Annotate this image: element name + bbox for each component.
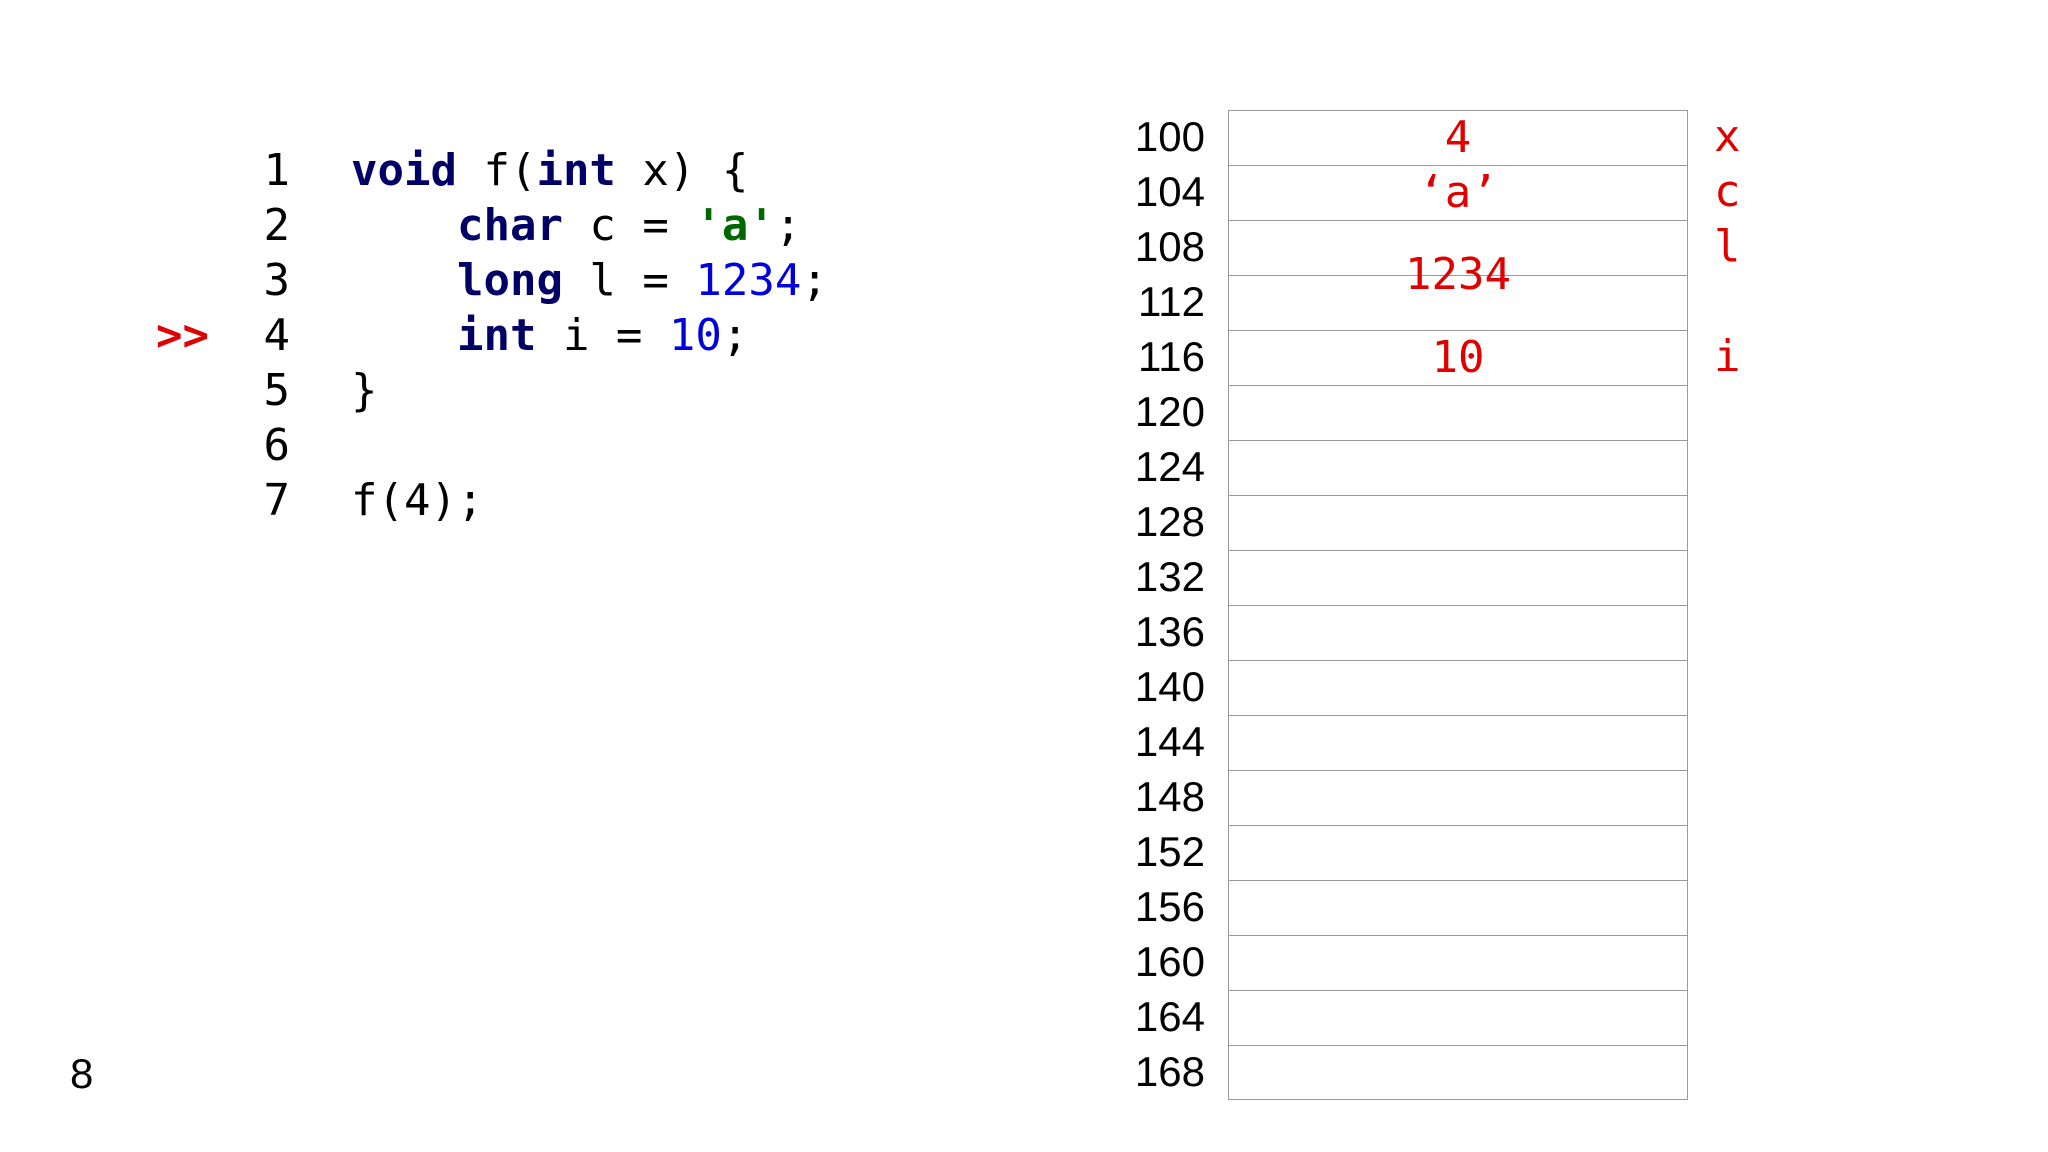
code-line: 5} [0,363,900,418]
line-number: 6 [263,420,291,471]
memory-address: 140 [1134,663,1205,710]
variable-name-label: c [1714,166,1741,217]
current-line-marker: >> [156,310,209,361]
memory-address: 144 [1134,718,1205,765]
memory-address: 108 [1134,223,1205,270]
memory-cell [1229,716,1687,771]
memory-cell [1229,771,1687,826]
memory-value: 10 [1431,331,1485,383]
memory-address: 160 [1134,938,1205,985]
memory-address: 100 [1134,113,1205,160]
line-number: 2 [263,200,291,251]
code-token: x) { [615,145,749,196]
memory-cell [1229,1046,1687,1101]
memory-address: 156 [1134,883,1205,930]
memory-cell [1229,881,1687,936]
memory-cell [1229,386,1687,441]
code-token: void [351,145,457,196]
code-token: f(4); [351,475,484,526]
memory-cell [1229,936,1687,991]
code-line: 1 void f(int x) { [0,143,900,198]
memory-address: 116 [1138,333,1205,380]
line-number: 5 [263,365,291,416]
code-token: ; [801,255,828,306]
memory-address: 128 [1134,498,1205,545]
code-text: char c = 'a'; [351,198,801,253]
code-token: long [456,255,563,306]
memory-value: 4 [1444,111,1472,163]
code-token: 1234 [695,255,802,306]
memory-value: ‘a’ [1418,166,1498,218]
variable-name-label: i [1714,331,1741,382]
memory-address: 112 [1138,278,1205,325]
code-token: int [456,310,537,361]
line-number: 1 [263,145,291,196]
memory-address: 132 [1134,553,1205,600]
code-text: void f(int x) { [351,143,748,198]
memory-value: 1234 [1405,249,1511,300]
code-line: 7 f(4); [0,473,900,528]
code-token: i = [536,310,669,361]
code-token: c = [562,200,696,251]
memory-cell [1229,496,1687,551]
code-token: ; [721,310,749,361]
memory-address: 124 [1134,443,1205,490]
code-token: ; [774,200,802,251]
code-line: 2 char c = 'a'; [0,198,900,253]
code-text: f(4); [351,473,483,528]
memory-address: 152 [1134,828,1205,875]
memory-cell [1229,826,1687,881]
memory-address: 164 [1134,993,1205,1040]
code-token: f( [456,145,537,196]
code-line: >> 4 int i = 10; [0,308,900,363]
variable-name-label: l [1714,221,1741,272]
memory-address: 136 [1134,608,1205,655]
memory-cell [1229,551,1687,606]
memory-address: 120 [1134,388,1205,435]
line-number: 4 [263,310,291,361]
page-number: 8 [70,1050,94,1097]
memory-cell [1229,441,1687,496]
code-token: } [351,365,378,416]
code-text: long l = 1234; [351,253,828,308]
variable-name-label: x [1714,111,1741,162]
code-token: l = [562,255,696,306]
line-number: 3 [263,255,291,306]
memory-cell [1229,606,1687,661]
memory-address: 148 [1134,773,1205,820]
memory-cell [1229,991,1687,1046]
code-token: 10 [668,310,722,361]
line-number: 7 [263,475,291,526]
code-token: int [536,145,616,196]
code-line: 6 [0,418,900,473]
code-line: 3 long l = 1234; [0,253,900,308]
code-token: char [456,200,563,251]
code-text: } [351,363,378,418]
memory-address: 104 [1134,168,1205,215]
code-text: int i = 10; [351,308,748,363]
memory-cell [1229,661,1687,716]
code-token: 'a' [695,200,775,251]
memory-address: 168 [1134,1048,1205,1095]
